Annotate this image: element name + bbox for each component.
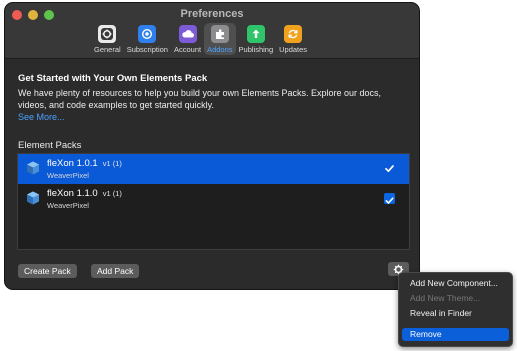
list-item[interactable]: fleXon 1.1.0 v1 (1) WeaverPixel	[18, 184, 409, 214]
list-item[interactable]: fleXon 1.0.1 v1 (1) WeaverPixel	[18, 154, 409, 184]
title-bar: Preferences General Subscription Account	[5, 3, 419, 59]
addons-icon	[210, 25, 229, 43]
publishing-icon	[246, 25, 265, 43]
tab-publishing[interactable]: Publishing	[236, 23, 277, 55]
pack-name: fleXon 1.0.1 v1 (1)	[47, 158, 122, 169]
enabled-checkbox[interactable]	[384, 193, 395, 204]
account-icon	[178, 25, 197, 43]
checkmark-icon	[385, 197, 394, 204]
pack-author: WeaverPixel	[47, 171, 89, 180]
addons-pane: Get Started with Your Own Elements Pack …	[5, 60, 419, 289]
tab-publishing-label: Publishing	[238, 45, 274, 54]
element-packs-heading: Element Packs	[18, 140, 82, 151]
tab-subscription-label: Subscription	[126, 45, 168, 54]
preferences-window: Preferences General Subscription Account	[4, 2, 420, 290]
general-icon	[98, 25, 117, 43]
tab-general-label: General	[94, 45, 121, 54]
element-packs-list[interactable]: fleXon 1.0.1 v1 (1) WeaverPixel fleXon 1.…	[17, 153, 410, 250]
updates-icon	[284, 25, 303, 43]
tab-addons-label: Addons	[207, 45, 233, 54]
tab-account[interactable]: Account	[171, 23, 204, 55]
subscription-icon	[138, 25, 157, 43]
tab-addons[interactable]: Addons	[204, 23, 236, 55]
menu-item-reveal-in-finder[interactable]: Reveal in Finder	[402, 307, 509, 320]
menu-item-add-new-theme: Add New Theme...	[410, 293, 481, 303]
pack-author: WeaverPixel	[47, 201, 89, 210]
preferences-toolbar: General Subscription Account Addons Publ…	[91, 23, 310, 55]
window-title: Preferences	[180, 8, 244, 20]
create-pack-button[interactable]: Create Pack	[18, 264, 77, 278]
tab-updates[interactable]: Updates	[276, 23, 310, 55]
see-more-link[interactable]: See More...	[18, 112, 65, 122]
tab-subscription[interactable]: Subscription	[124, 23, 171, 55]
menu-item-add-new-component[interactable]: Add New Component...	[402, 277, 509, 290]
tab-updates-label: Updates	[279, 45, 308, 54]
getting-started-description: We have plenty of resources to help you …	[18, 88, 382, 110]
package-icon	[27, 161, 39, 175]
checkmark-icon[interactable]	[384, 163, 395, 174]
pack-version: v1 (1)	[102, 159, 122, 168]
menu-item-remove[interactable]: Remove	[402, 328, 509, 341]
pack-version: v1 (1)	[102, 189, 122, 198]
actions-context-menu: Add New Component... Add New Theme... Re…	[398, 272, 513, 347]
add-pack-button[interactable]: Add Pack	[91, 264, 140, 278]
package-icon	[27, 191, 39, 205]
getting-started-title: Get Started with Your Own Elements Pack	[18, 73, 208, 84]
tab-general[interactable]: General	[91, 23, 124, 55]
tab-account-label: Account	[173, 45, 202, 54]
pack-name: fleXon 1.1.0 v1 (1)	[47, 188, 122, 199]
